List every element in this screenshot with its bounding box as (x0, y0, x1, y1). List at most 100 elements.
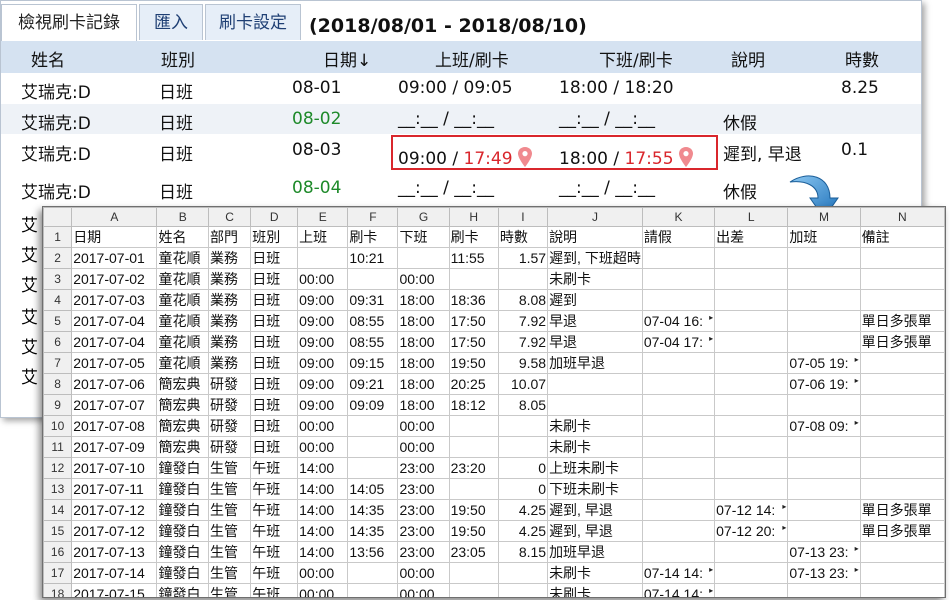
sheet-cell[interactable] (714, 373, 789, 395)
sheet-cell[interactable]: 09:00 (297, 331, 349, 353)
sheet-cell[interactable] (714, 331, 789, 353)
sheet-cell[interactable]: 鐘發白 (156, 478, 209, 500)
sheet-cell[interactable]: 日期 (71, 226, 158, 248)
sheet-cell[interactable] (347, 457, 399, 479)
column-header[interactable]: L (714, 207, 789, 227)
sheet-cell[interactable]: 0 (497, 478, 549, 500)
sheet-cell[interactable]: 未刷卡 (547, 415, 643, 437)
sheet-cell[interactable] (448, 478, 499, 500)
sheet-cell[interactable] (787, 478, 861, 500)
sheet-cell[interactable] (714, 478, 789, 500)
sheet-cell[interactable]: 生管 (207, 562, 252, 584)
sheet-cell[interactable]: 鐘發白 (156, 457, 209, 479)
sheet-cell[interactable] (641, 373, 716, 395)
sheet-cell[interactable] (859, 268, 945, 290)
sheet-cell[interactable] (641, 415, 716, 437)
sheet-cell[interactable]: 日班 (250, 373, 299, 395)
sheet-cell[interactable]: 07-14 14: (641, 583, 716, 597)
sheet-cell[interactable]: 刷卡 (347, 226, 399, 248)
row-header[interactable]: 6 (43, 331, 73, 353)
sheet-cell[interactable]: 班別 (250, 226, 299, 248)
sheet-cell[interactable]: 18:00 (397, 394, 450, 416)
row-header[interactable]: 8 (43, 373, 73, 395)
sheet-cell[interactable]: 14:35 (347, 499, 399, 521)
sheet-cell[interactable]: 午班 (250, 457, 299, 479)
sheet-cell[interactable] (641, 541, 716, 563)
column-header[interactable]: B (156, 207, 209, 227)
sheet-cell[interactable]: 17:50 (448, 331, 499, 353)
row-header[interactable]: 13 (43, 478, 73, 500)
sheet-cell[interactable]: 10:21 (347, 247, 399, 269)
sheet-cell[interactable]: 單日多張單 (859, 331, 945, 353)
column-header[interactable]: M (787, 207, 861, 227)
sheet-cell[interactable]: 0 (497, 457, 549, 479)
sheet-cell[interactable]: 業務 (207, 310, 252, 332)
sheet-cell[interactable]: 07-05 19: (787, 352, 861, 374)
sheet-cell[interactable]: 部門 (207, 226, 252, 248)
sheet-cell[interactable]: 日班 (250, 436, 299, 458)
sheet-cell[interactable]: 單日多張單 (859, 520, 945, 542)
sheet-cell[interactable] (641, 268, 716, 290)
col-header-date[interactable]: 日期↓ (323, 46, 371, 71)
sheet-cell[interactable]: 2017-07-12 (71, 520, 158, 542)
sheet-cell[interactable]: 刷卡 (448, 226, 499, 248)
sheet-cell[interactable]: 2017-07-05 (71, 352, 158, 374)
sheet-cell[interactable]: 加班早退 (547, 352, 643, 374)
sheet-cell[interactable]: 童花順 (156, 331, 209, 353)
sheet-cell[interactable] (859, 247, 945, 269)
sheet-cell[interactable] (497, 583, 549, 597)
sheet-cell[interactable]: 13:56 (347, 541, 399, 563)
sheet-cell[interactable]: 午班 (250, 583, 299, 597)
column-header[interactable]: D (250, 207, 299, 227)
sheet-cell[interactable]: 14:00 (297, 541, 349, 563)
sheet-cell[interactable] (714, 583, 789, 597)
sheet-cell[interactable]: 20:25 (448, 373, 499, 395)
sheet-cell[interactable]: 00:00 (297, 268, 349, 290)
sheet-cell[interactable]: 未刷卡 (547, 436, 643, 458)
sheet-cell[interactable]: 09:31 (347, 289, 399, 311)
sheet-cell[interactable]: 7.92 (497, 331, 549, 353)
sheet-cell[interactable]: 未刷卡 (547, 268, 643, 290)
sheet-cell[interactable]: 2017-07-06 (71, 373, 158, 395)
sheet-cell[interactable]: 09:00 (297, 373, 349, 395)
sheet-cell[interactable]: 09:00 (297, 394, 349, 416)
sheet-cell[interactable] (448, 562, 499, 584)
sheet-cell[interactable]: 2017-07-07 (71, 394, 158, 416)
row-header[interactable]: 12 (43, 457, 73, 479)
sheet-cell[interactable]: 童花順 (156, 310, 209, 332)
sheet-cell[interactable]: 8.05 (497, 394, 549, 416)
sheet-cell[interactable] (714, 457, 789, 479)
table-row[interactable]: 艾瑞克:D 日班 08-02 __:__ / __:__ __:__ / __:… (1, 104, 921, 134)
col-header-note[interactable]: 說明 (731, 46, 765, 71)
sheet-cell[interactable]: 23:00 (397, 499, 450, 521)
sheet-cell[interactable] (497, 436, 549, 458)
sheet-cell[interactable]: 鐘發白 (156, 499, 209, 521)
sheet-cell[interactable]: 23:00 (397, 457, 450, 479)
sheet-cell[interactable]: 生管 (207, 499, 252, 521)
sheet-cell[interactable] (859, 352, 945, 374)
tab-import[interactable]: 匯入 (139, 4, 203, 40)
sheet-cell[interactable] (787, 457, 861, 479)
sheet-cell[interactable]: 鐘發白 (156, 520, 209, 542)
sheet-cell[interactable] (859, 394, 945, 416)
row-header[interactable]: 4 (43, 289, 73, 311)
sheet-cell[interactable]: 2017-07-14 (71, 562, 158, 584)
sheet-cell[interactable]: 午班 (250, 499, 299, 521)
sheet-cell[interactable] (448, 436, 499, 458)
col-header-shift[interactable]: 班別 (161, 46, 195, 71)
sheet-cell[interactable]: 時數 (497, 226, 549, 248)
sheet-cell[interactable]: 14:00 (297, 499, 349, 521)
sheet-cell[interactable] (297, 247, 349, 269)
sheet-cell[interactable]: 2017-07-12 (71, 499, 158, 521)
row-header[interactable]: 10 (43, 415, 73, 437)
sheet-cell[interactable]: 23:20 (448, 457, 499, 479)
sheet-cell[interactable]: 童花順 (156, 247, 209, 269)
sheet-cell[interactable]: 10.07 (497, 373, 549, 395)
sheet-cell[interactable]: 遲到, 早退 (547, 499, 643, 521)
sheet-cell[interactable]: 研發 (207, 436, 252, 458)
sheet-cell[interactable] (787, 520, 861, 542)
column-header[interactable]: K (641, 207, 716, 227)
sheet-cell[interactable]: 07-13 23: (787, 541, 861, 563)
sheet-cell[interactable] (547, 394, 643, 416)
sheet-cell[interactable]: 19:50 (448, 352, 499, 374)
